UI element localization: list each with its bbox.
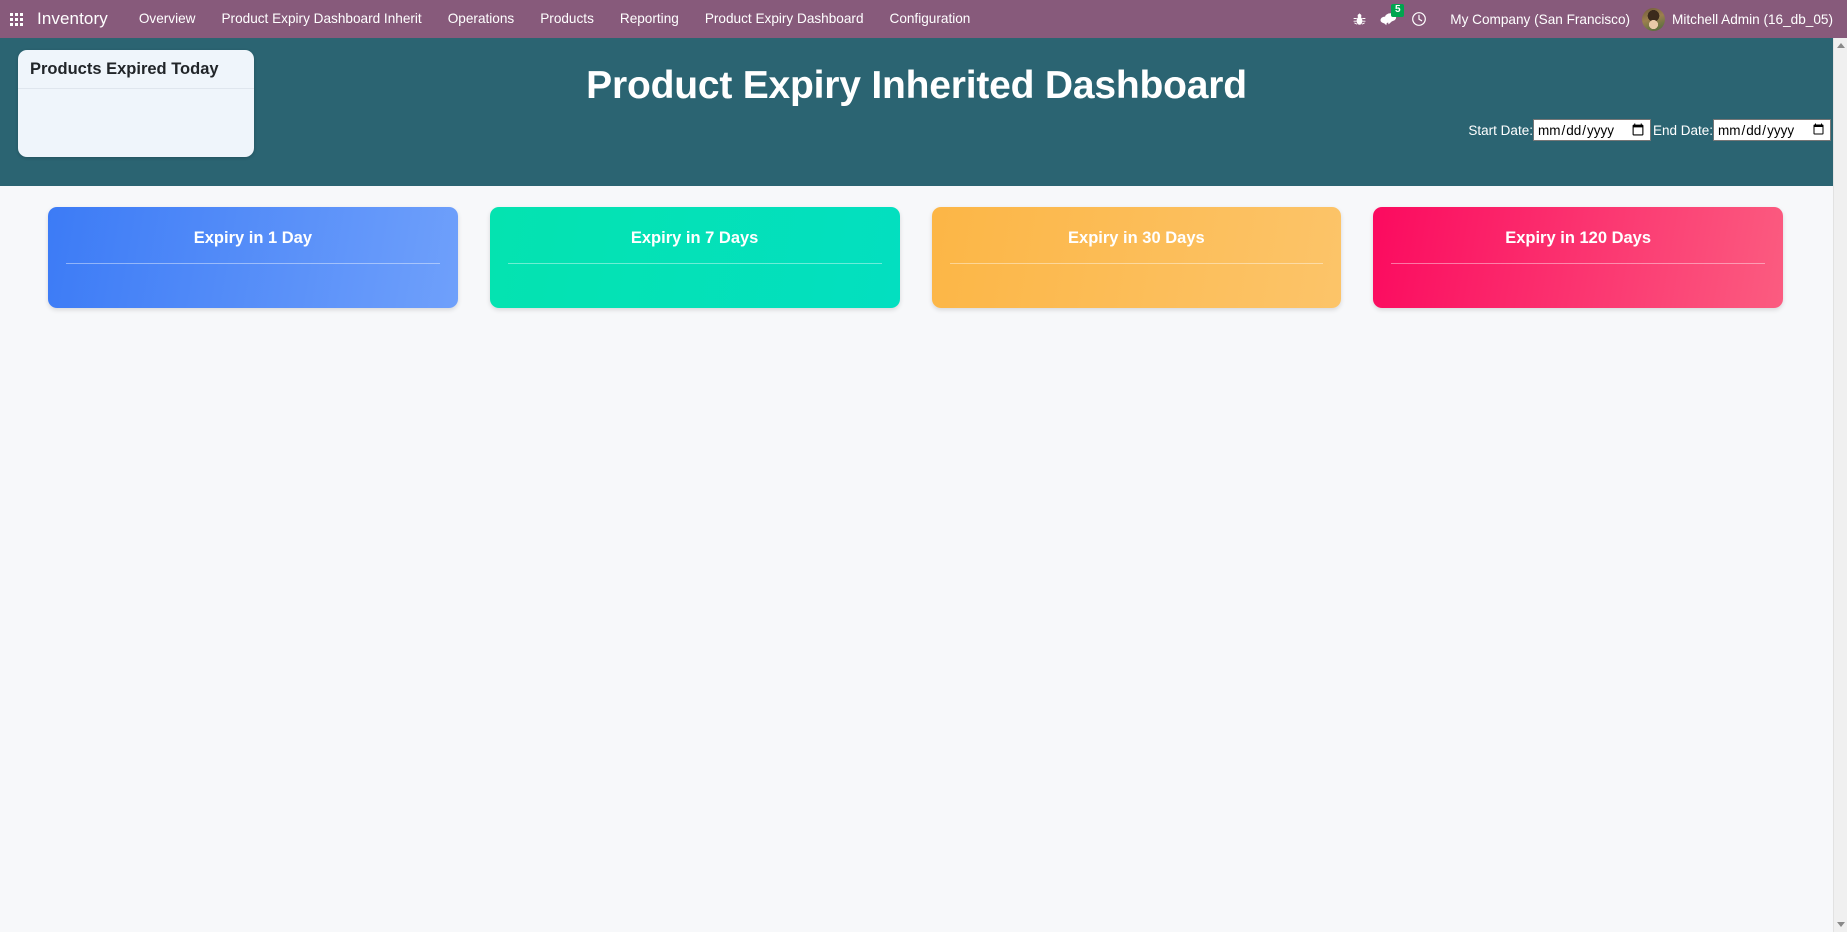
kpi-value <box>1391 270 1765 287</box>
company-selector[interactable]: My Company (San Francisco) <box>1434 12 1642 27</box>
messages-badge: 5 <box>1391 4 1405 17</box>
products-expired-today-value <box>18 89 254 147</box>
date-range-filter: Start Date: End Date: <box>1468 119 1833 141</box>
end-date-input[interactable] <box>1713 119 1831 141</box>
start-date-label: Start Date: <box>1468 122 1533 138</box>
scroll-up-arrow-icon[interactable] <box>1834 38 1847 53</box>
top-navbar: Inventory Overview Product Expiry Dashbo… <box>0 0 1847 38</box>
menu-item-product-expiry-dashboard-inherit[interactable]: Product Expiry Dashboard Inherit <box>208 0 434 38</box>
kpi-card-expiry-7-days[interactable]: Expiry in 7 Days <box>489 207 900 308</box>
kpi-value <box>508 270 882 287</box>
end-date-label: End Date: <box>1652 122 1713 138</box>
avatar <box>1642 7 1666 31</box>
dashboard-header-band: Product Expiry Inherited Dashboard <box>0 38 1833 186</box>
apps-grid-icon[interactable] <box>10 12 23 26</box>
expiry-kpi-row: Expiry in 1 Day Expiry in 7 Days Expiry … <box>48 207 1783 308</box>
clock-icon[interactable] <box>1404 0 1434 38</box>
brand-area[interactable]: Inventory <box>0 0 118 38</box>
start-date-input[interactable] <box>1532 119 1651 141</box>
kpi-divider <box>949 262 1324 264</box>
kpi-card-expiry-1-day[interactable]: Expiry in 1 Day <box>48 207 458 308</box>
navbar-right-tools: 5 My Company (San Francisco) Mitchell Ad… <box>1344 0 1847 38</box>
page-title: Product Expiry Inherited Dashboard <box>586 64 1247 107</box>
kpi-divider <box>66 262 440 264</box>
products-expired-today-card[interactable]: Products Expired Today <box>18 50 254 157</box>
menu-item-operations[interactable]: Operations <box>435 0 528 38</box>
scroll-down-arrow-icon[interactable] <box>1834 917 1847 932</box>
menu-item-product-expiry-dashboard[interactable]: Product Expiry Dashboard <box>692 0 877 38</box>
kpi-title: Expiry in 7 Days <box>630 229 759 247</box>
user-name-label: Mitchell Admin (16_db_05) <box>1672 11 1833 27</box>
products-expired-today-title: Products Expired Today <box>18 50 254 89</box>
menu-item-configuration[interactable]: Configuration <box>877 0 984 38</box>
kpi-title: Expiry in 120 Days <box>1505 229 1652 247</box>
kpi-divider <box>1391 262 1765 264</box>
menu-item-reporting[interactable]: Reporting <box>607 0 692 38</box>
kpi-value <box>950 270 1324 287</box>
menu-item-overview[interactable]: Overview <box>126 0 209 38</box>
vertical-scrollbar[interactable] <box>1833 38 1847 932</box>
user-menu[interactable]: Mitchell Admin (16_db_05) <box>1642 7 1839 31</box>
kpi-card-expiry-120-days[interactable]: Expiry in 120 Days <box>1373 207 1783 308</box>
main-menu: Overview Product Expiry Dashboard Inheri… <box>126 0 984 38</box>
kpi-title: Expiry in 1 Day <box>193 229 313 247</box>
messages-icon[interactable]: 5 <box>1374 0 1405 38</box>
kpi-title: Expiry in 30 Days <box>1068 229 1205 247</box>
menu-item-products[interactable]: Products <box>527 0 607 38</box>
app-name-label: Inventory <box>37 9 108 28</box>
kpi-divider <box>507 262 882 264</box>
kpi-value <box>66 270 440 287</box>
bug-icon[interactable] <box>1344 0 1374 38</box>
kpi-card-expiry-30-days[interactable]: Expiry in 30 Days <box>931 207 1342 308</box>
